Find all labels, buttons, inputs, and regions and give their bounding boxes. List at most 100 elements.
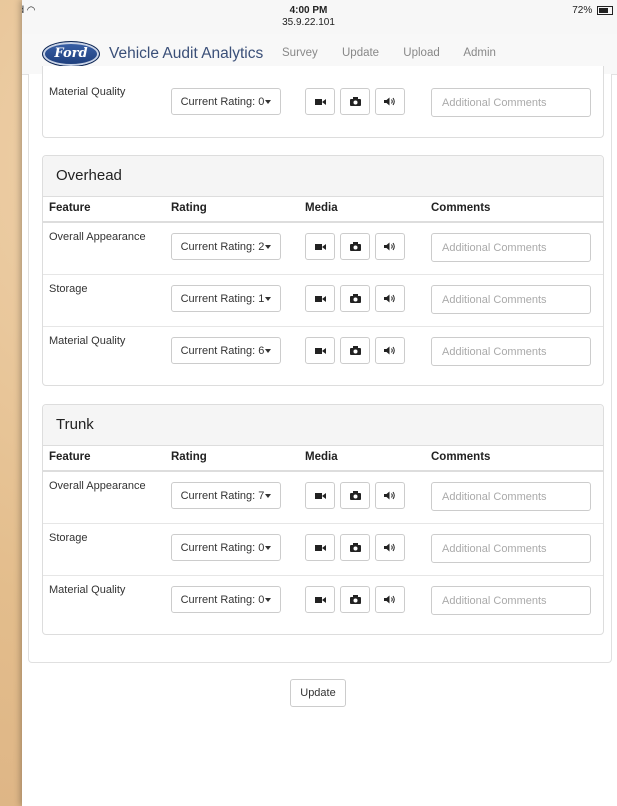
video-button[interactable] — [305, 233, 335, 260]
audio-button[interactable] — [375, 586, 405, 613]
rating-dropdown[interactable]: Current Rating: 1 — [171, 285, 281, 312]
video-button[interactable] — [305, 534, 335, 561]
section-title: Trunk — [43, 405, 603, 446]
comment-input[interactable] — [431, 534, 591, 563]
audio-button[interactable] — [375, 482, 405, 509]
audio-button[interactable] — [375, 285, 405, 312]
rating-dropdown[interactable]: Current Rating: 6 — [171, 337, 281, 364]
video-button[interactable] — [305, 285, 335, 312]
video-camera-icon — [314, 544, 326, 551]
caret-down-icon — [265, 494, 272, 499]
table-header: Feature Rating Media Comments — [43, 197, 603, 223]
table-row: Storage Current Rating: 0 — [43, 524, 603, 576]
battery-icon — [597, 5, 613, 15]
comment-input[interactable] — [431, 337, 591, 366]
video-button[interactable] — [305, 586, 335, 613]
audio-button[interactable] — [375, 233, 405, 260]
photo-button[interactable] — [340, 285, 370, 312]
feature-label: Storage — [49, 283, 88, 295]
nav-links: Survey Update Upload Admin — [282, 47, 517, 59]
rating-dropdown[interactable]: Current Rating: 0 — [171, 534, 281, 561]
video-camera-icon — [314, 596, 326, 603]
feature-label: Material Quality — [49, 86, 126, 98]
header-media: Media — [305, 202, 338, 214]
speaker-icon — [384, 491, 395, 500]
nav-update[interactable]: Update — [342, 47, 379, 59]
caret-down-icon — [265, 245, 272, 250]
video-camera-icon — [314, 492, 326, 499]
caret-down-icon — [265, 546, 272, 551]
header-feature: Feature — [49, 202, 91, 214]
caret-down-icon — [265, 349, 272, 354]
caret-down-icon — [265, 297, 272, 302]
audio-button[interactable] — [375, 534, 405, 561]
feature-label: Overall Appearance — [49, 231, 146, 243]
comment-input[interactable] — [431, 285, 591, 314]
caret-down-icon — [265, 100, 272, 105]
feature-label: Storage — [49, 532, 88, 544]
camera-icon — [349, 97, 361, 106]
audio-button[interactable] — [375, 337, 405, 364]
table-row: Material Quality Current Rating: 0 — [43, 576, 603, 627]
video-button[interactable] — [305, 337, 335, 364]
speaker-icon — [384, 346, 395, 355]
audio-button[interactable] — [375, 88, 405, 115]
panel-overhead: Overhead Feature Rating Media Comments O… — [42, 155, 604, 386]
photo-button[interactable] — [340, 337, 370, 364]
comment-input[interactable] — [431, 586, 591, 615]
header-rating: Rating — [171, 451, 207, 463]
camera-icon — [349, 346, 361, 355]
camera-icon — [349, 491, 361, 500]
table-row: Overall Appearance Current Rating: 2 — [43, 223, 603, 275]
status-address: 35.9.22.101 — [282, 17, 335, 28]
caret-down-icon — [265, 598, 272, 603]
rating-dropdown[interactable]: Current Rating: 0 — [171, 586, 281, 613]
nav-admin[interactable]: Admin — [463, 47, 496, 59]
ford-logo[interactable]: Ford — [42, 41, 100, 67]
rating-dropdown[interactable]: Current Rating: 2 — [171, 233, 281, 260]
photo-button[interactable] — [340, 482, 370, 509]
survey-container: Material Quality Current Rating: 0 Overh… — [28, 66, 612, 663]
speaker-icon — [384, 294, 395, 303]
update-button[interactable]: Update — [290, 679, 346, 707]
table-row: Storage Current Rating: 1 — [43, 275, 603, 327]
rating-dropdown[interactable]: Current Rating: 0 — [171, 88, 281, 115]
ipad-screen: iPad ◠ 4:00 PM 35.9.22.101 72% Ford Vehi… — [22, 0, 617, 806]
panel-previous: Material Quality Current Rating: 0 — [42, 66, 604, 138]
table-row: Material Quality Current Rating: 0 — [43, 78, 603, 129]
camera-icon — [349, 543, 361, 552]
speaker-icon — [384, 242, 395, 251]
photo-button[interactable] — [340, 88, 370, 115]
photo-button[interactable] — [340, 534, 370, 561]
speaker-icon — [384, 97, 395, 106]
photo-button[interactable] — [340, 586, 370, 613]
status-time: 4:00 PM — [289, 5, 328, 16]
header-comments: Comments — [431, 202, 491, 214]
header-rating: Rating — [171, 202, 207, 214]
table-row: Material Quality Current Rating: 6 — [43, 327, 603, 378]
video-button[interactable] — [305, 88, 335, 115]
header-feature: Feature — [49, 451, 91, 463]
nav-upload[interactable]: Upload — [403, 47, 439, 59]
video-camera-icon — [314, 98, 326, 105]
feature-label: Overall Appearance — [49, 480, 146, 492]
speaker-icon — [384, 543, 395, 552]
nav-survey[interactable]: Survey — [282, 47, 318, 59]
comment-input[interactable] — [431, 88, 591, 117]
video-camera-icon — [314, 243, 326, 250]
panel-trunk: Trunk Feature Rating Media Comments Over… — [42, 404, 604, 635]
status-battery: 72% — [572, 5, 613, 16]
comment-input[interactable] — [431, 482, 591, 511]
brand-title[interactable]: Vehicle Audit Analytics — [109, 45, 263, 63]
rating-dropdown[interactable]: Current Rating: 7 — [171, 482, 281, 509]
status-center: 4:00 PM 35.9.22.101 — [22, 5, 617, 29]
camera-icon — [349, 595, 361, 604]
header-media: Media — [305, 451, 338, 463]
table-header: Feature Rating Media Comments — [43, 446, 603, 472]
speaker-icon — [384, 595, 395, 604]
video-camera-icon — [314, 347, 326, 354]
comment-input[interactable] — [431, 233, 591, 262]
photo-button[interactable] — [340, 233, 370, 260]
feature-label: Material Quality — [49, 335, 126, 347]
video-button[interactable] — [305, 482, 335, 509]
